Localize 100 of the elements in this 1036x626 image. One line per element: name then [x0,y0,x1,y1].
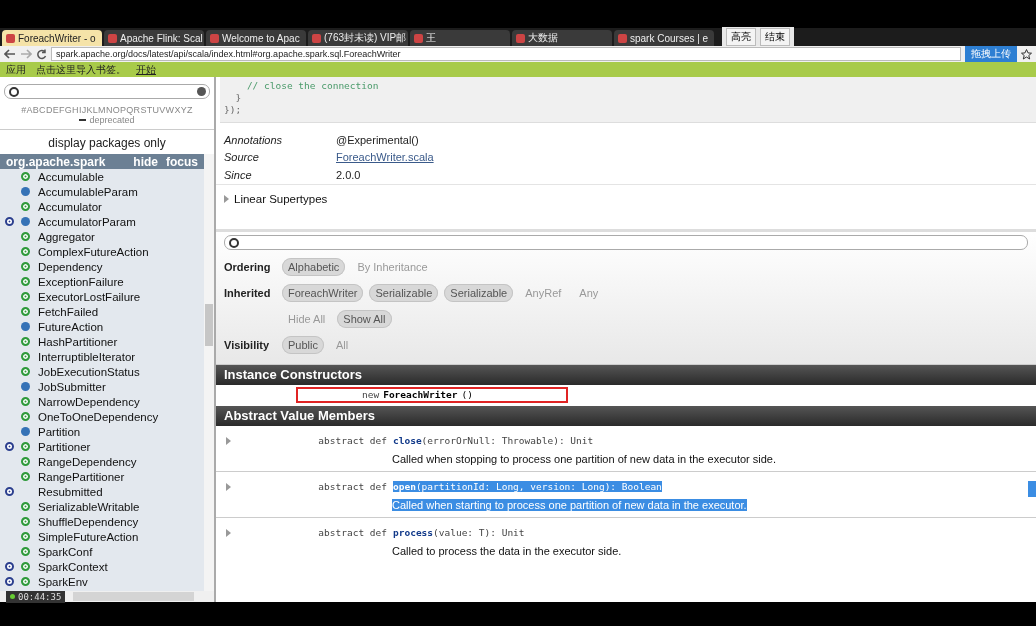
trait-icon [21,322,30,331]
page-icon [108,33,117,43]
attribute-label: Annotations [224,133,284,146]
browser-tab[interactable]: Welcome to Apac [206,30,306,46]
sidebar-item[interactable]: NarrowDependency [38,395,140,408]
reload-icon[interactable] [36,48,47,60]
selection-highlight [1028,480,1036,497]
sidebar-item[interactable]: AccumulatorParam [38,215,136,228]
scrollbar[interactable] [204,154,214,591]
sidebar-item[interactable]: Accumulable [38,170,104,183]
forward-icon[interactable] [20,49,32,59]
recorder-button[interactable]: 结束 [760,28,790,46]
sidebar-item[interactable]: Dependency [38,260,103,273]
recorder-button[interactable]: 高亮 [726,28,756,46]
linear-supertypes-toggle[interactable]: Linear Supertypes [234,192,328,205]
code-line: } [234,92,243,104]
sidebar-item[interactable]: InterruptibleIterator [38,350,136,363]
sidebar-item[interactable]: RangeDependency [38,455,137,468]
search-field[interactable] [4,84,210,99]
member-comment: Called when stopping to process one partition of new data in the executor side. [392,452,777,465]
filter-option[interactable]: ForeachWriter [282,283,364,302]
bookmark-link[interactable]: 应用 [6,62,26,77]
class-icon [21,202,30,211]
sidebar-item[interactable]: SparkContext [38,560,108,573]
sidebar-item[interactable]: ShuffleDependency [38,515,139,528]
search-icon [229,237,239,248]
section-header: Instance Constructors [216,364,1036,385]
expand-arrow-icon[interactable] [226,482,231,491]
source-link[interactable]: ForeachWriter.scala [336,151,434,164]
letter-index[interactable]: #ABCDEFGHIJKLMNOPQRSTUVWXYZ [0,105,214,115]
page-icon [312,33,321,43]
star-icon[interactable] [1021,48,1032,60]
attribute-label: Source [224,151,260,164]
browser-tab[interactable]: Apache Flink: Scal [104,30,204,46]
filter-option[interactable]: Serializable [369,283,439,302]
expand-arrow-icon[interactable] [226,436,231,445]
sidebar-item[interactable]: JobExecutionStatus [38,365,140,378]
browser-tab[interactable]: spark Courses | e [614,30,714,46]
filter-label: Visibility [224,338,270,351]
trait-icon [21,427,30,436]
search-icon [9,87,19,97]
member-modifier: abstract def [317,435,388,446]
filter-option[interactable]: Alphabetic [282,257,346,276]
sidebar-item[interactable]: HashPartitioner [38,335,118,348]
attribute-value: @Experimental() [336,133,419,146]
page-icon [516,33,525,43]
sidebar-item[interactable]: SparkConf [38,545,93,558]
member-comment: Called to process the data in the executor side. [392,544,622,557]
member-signature: process(value: T): Unit [393,527,525,538]
browser-tab[interactable]: 大数据 [512,30,612,46]
sidebar-item[interactable]: SerializableWritable [38,500,140,513]
deprecated-legend: deprecated [89,115,135,125]
expand-arrow-icon[interactable] [226,528,231,537]
filter-label: Ordering [224,260,271,273]
upload-button[interactable]: 拖拽上传 [965,46,1017,62]
trait-icon [21,187,30,196]
browser-tab[interactable]: (763封未读) VIP邮 [308,30,408,46]
browser-tab[interactable]: ForeachWriter - o [2,30,102,46]
sidebar-item[interactable]: Partition [38,425,81,438]
trait-icon [21,382,30,391]
page-icon [414,33,423,43]
bookmark-link[interactable]: 点击这里导入书签。 [36,62,126,77]
sidebar-item[interactable]: FetchFailed [38,305,99,318]
member-modifier: abstract def [317,527,388,538]
member-search-field[interactable] [224,234,1028,250]
filter-option[interactable]: Serializable [444,283,514,302]
address-field[interactable]: spark.apache.org/docs/latest/api/scala/index.html#org.apache.spark.sql.ForeachWriter [51,47,961,61]
member-signature: close(errorOrNull: Throwable): Unit [393,435,594,446]
bookmark-link[interactable]: 开始 [136,62,156,77]
package-name[interactable]: org.apache.spark [6,154,126,169]
packages-toggle[interactable]: display packages only [48,136,166,150]
package-action-link[interactable]: focus [166,154,198,169]
sidebar-item[interactable]: AccumulableParam [38,185,138,198]
sidebar-item[interactable]: JobSubmitter [38,380,106,393]
sidebar-item[interactable]: ExceptionFailure [38,275,124,288]
sidebar-item[interactable]: Partitioner [38,440,91,453]
sidebar-item[interactable]: ComplexFutureAction [38,245,149,258]
page-icon [618,33,627,43]
back-icon[interactable] [4,49,16,59]
sidebar-item[interactable]: ExecutorLostFailure [38,290,141,303]
constructor-signature: new ForeachWriter () [296,386,568,403]
package-action-link[interactable]: hide [133,154,158,169]
sidebar-item[interactable]: OneToOneDependency [38,410,159,423]
sidebar-item[interactable]: Resubmitted [38,485,103,498]
clear-icon[interactable] [197,87,206,96]
filter-option[interactable]: Public [282,335,324,354]
sidebar-item[interactable]: SimpleFutureAction [38,530,139,543]
expand-arrow-icon[interactable] [224,194,229,203]
sidebar-item[interactable]: RangePartitioner [38,470,125,483]
sidebar-item[interactable]: Aggregator [38,230,95,243]
horizontal-scrollbar[interactable] [73,592,194,601]
filter-option[interactable]: Show All [337,309,392,328]
filter-label: Inherited [224,286,271,299]
trait-icon [21,217,30,226]
sidebar-item[interactable]: FutureAction [38,320,104,333]
sidebar-item[interactable]: SparkEnv [38,575,88,588]
page-icon [210,33,219,43]
page-icon [6,33,15,43]
browser-tab[interactable]: 王 [410,30,510,46]
sidebar-item[interactable]: Accumulator [38,200,102,213]
